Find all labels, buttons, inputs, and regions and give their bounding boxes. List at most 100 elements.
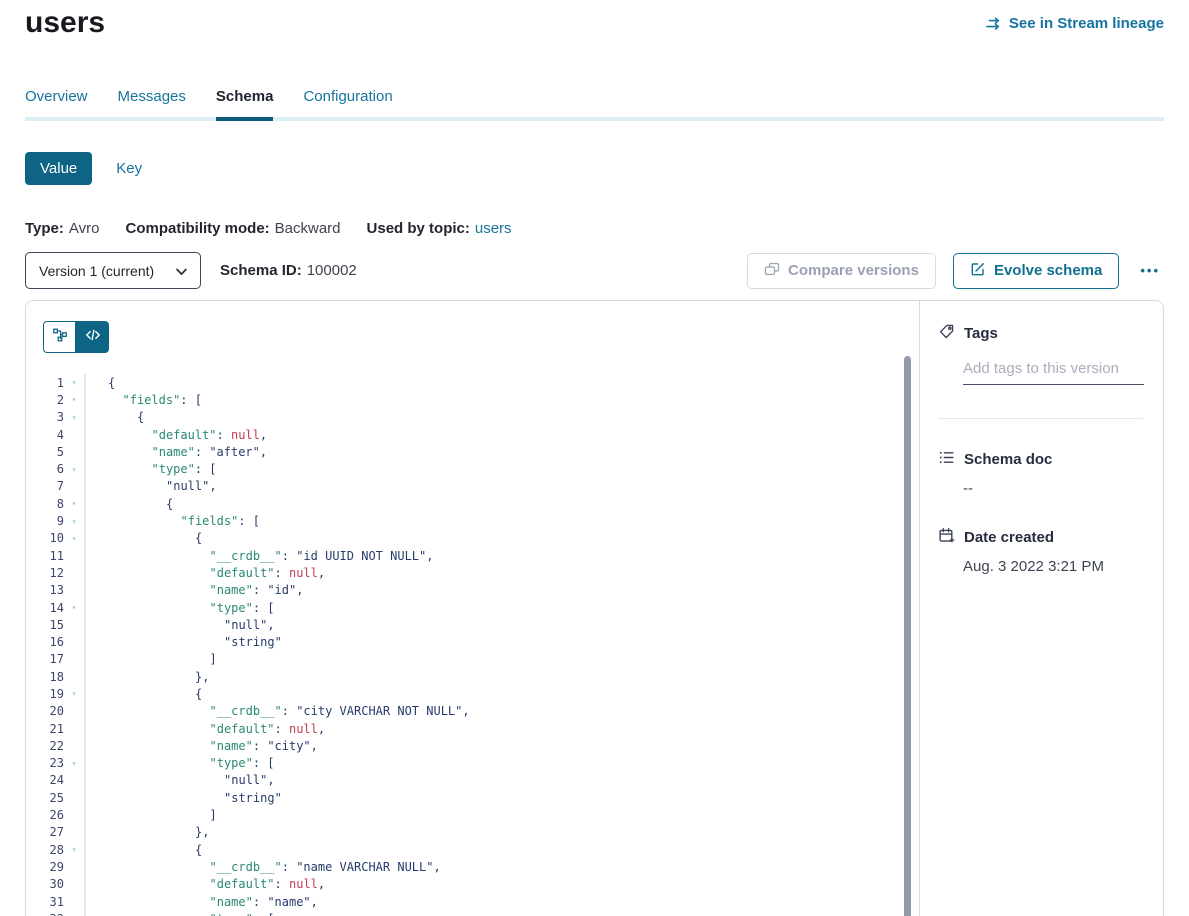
code-line: 12"default": null, [26, 564, 899, 581]
code-lines: 1▾{2▾"fields": [3▾{4"default": null,5"na… [26, 374, 899, 916]
code-text: "__crdb__": "city VARCHAR NOT NULL", [84, 703, 899, 720]
line-number: 31 [26, 895, 64, 909]
code-text: "type": [ [84, 755, 899, 772]
tree-view-icon [52, 327, 68, 348]
code-line: 13"name": "id", [26, 582, 899, 599]
list-icon [938, 449, 955, 470]
line-number: 6 [26, 462, 64, 476]
line-number: 21 [26, 722, 64, 736]
schema-viewer-panel: 1▾{2▾"fields": [3▾{4"default": null,5"na… [25, 300, 1164, 916]
code-text: { [84, 495, 899, 512]
line-number: 22 [26, 739, 64, 753]
collapse-arrow-icon[interactable]: ▾ [64, 517, 84, 526]
tree-view-button[interactable] [43, 321, 76, 353]
code-line: 15"null", [26, 616, 899, 633]
schema-id-label: Schema ID: [220, 262, 302, 279]
compatibility-mode-value: Backward [275, 220, 341, 237]
code-text: "null", [84, 616, 899, 633]
schema-doc-title: Schema doc [964, 451, 1052, 468]
schema-sidebar: Tags Schema doc -- [919, 301, 1164, 916]
line-number: 16 [26, 635, 64, 649]
evolve-schema-button[interactable]: Evolve schema [953, 253, 1119, 289]
code-text: "type": [ [84, 599, 899, 616]
code-line: 29"__crdb__": "name VARCHAR NULL", [26, 858, 899, 875]
code-view-icon [85, 327, 101, 348]
sidebar-divider [938, 418, 1143, 419]
compare-versions-label: Compare versions [788, 262, 919, 279]
see-in-stream-lineage-link[interactable]: See in Stream lineage [985, 15, 1164, 32]
line-number: 25 [26, 791, 64, 805]
tab-configuration[interactable]: Configuration [303, 88, 392, 107]
code-line: 23▾"type": [ [26, 755, 899, 772]
collapse-arrow-icon[interactable]: ▾ [64, 378, 84, 387]
code-text: "default": null, [84, 720, 899, 737]
code-line: 1▾{ [26, 374, 899, 391]
line-number: 17 [26, 652, 64, 666]
collapse-arrow-icon[interactable]: ▾ [64, 759, 84, 768]
date-created-section: Date created Aug. 3 2022 3:21 PM [938, 527, 1143, 575]
collapse-arrow-icon[interactable]: ▾ [64, 603, 84, 612]
code-line: 2▾"fields": [ [26, 391, 899, 408]
chevron-down-icon [176, 263, 187, 279]
code-text: { [84, 409, 899, 426]
line-number: 10 [26, 531, 64, 545]
line-number: 27 [26, 825, 64, 839]
code-line: 20"__crdb__": "city VARCHAR NOT NULL", [26, 703, 899, 720]
code-scrollbar-thumb[interactable] [904, 356, 911, 916]
schema-doc-section: Schema doc -- [938, 449, 1143, 497]
schema-doc-value: -- [963, 480, 1143, 497]
meta-type: Type: Avro [25, 220, 99, 237]
tab-schema[interactable]: Schema [216, 88, 274, 107]
code-line: 18}, [26, 668, 899, 685]
code-text: "fields": [ [84, 391, 899, 408]
code-line: 21 "default": null, [26, 720, 899, 737]
value-tab-button[interactable]: Value [25, 152, 92, 185]
tag-icon [938, 323, 955, 344]
compatibility-mode-label: Compatibility mode: [125, 220, 269, 237]
collapse-arrow-icon[interactable]: ▾ [64, 499, 84, 508]
line-number: 26 [26, 808, 64, 822]
used-by-topic-link[interactable]: users [475, 220, 512, 237]
code-text: "name": "after", [84, 443, 899, 460]
evolve-schema-label: Evolve schema [994, 262, 1102, 279]
code-text: ] [84, 651, 899, 668]
meta-used-by-topic: Used by topic: users [367, 220, 512, 237]
code-line: 28▾{ [26, 841, 899, 858]
code-line: 24"null", [26, 772, 899, 789]
schema-page: users See in Stream lineage Overview Mess… [0, 0, 1189, 916]
code-text: "null", [84, 478, 899, 495]
key-tab-link[interactable]: Key [116, 160, 142, 177]
add-tags-input[interactable] [963, 360, 1144, 385]
page-title: users [25, 6, 105, 40]
line-number: 11 [26, 549, 64, 563]
version-select[interactable]: Version 1 (current) [25, 252, 201, 289]
code-line: 31"name": "name", [26, 893, 899, 910]
collapse-arrow-icon[interactable]: ▾ [64, 465, 84, 474]
line-number: 32 [26, 912, 64, 916]
collapse-arrow-icon[interactable]: ▾ [64, 689, 84, 698]
code-line: 32▾"type": [ [26, 910, 899, 916]
code-line: 19▾{ [26, 685, 899, 702]
collapse-arrow-icon[interactable]: ▾ [64, 413, 84, 422]
stream-lineage-icon [985, 16, 1002, 32]
code-text: { [84, 841, 899, 858]
tab-messages[interactable]: Messages [118, 88, 186, 107]
collapse-arrow-icon[interactable]: ▾ [64, 845, 84, 854]
type-value: Avro [69, 220, 100, 237]
line-number: 7 [26, 479, 64, 493]
meta-compatibility: Compatibility mode: Backward [125, 220, 340, 237]
line-number: 8 [26, 497, 64, 511]
more-actions-button[interactable]: ••• [1136, 263, 1164, 278]
code-text: "default": null, [84, 564, 899, 581]
code-line: 4"default": null, [26, 426, 899, 443]
collapse-arrow-icon[interactable]: ▾ [64, 534, 84, 543]
collapse-arrow-icon[interactable]: ▾ [64, 395, 84, 404]
line-number: 24 [26, 773, 64, 787]
code-text: "string" [84, 789, 899, 806]
code-view-button[interactable] [76, 321, 109, 353]
compare-versions-button[interactable]: Compare versions [747, 253, 936, 289]
date-created-title: Date created [964, 529, 1054, 546]
version-select-value: Version 1 (current) [39, 263, 154, 279]
tab-overview[interactable]: Overview [25, 88, 88, 107]
schema-doc-heading: Schema doc [938, 449, 1143, 470]
